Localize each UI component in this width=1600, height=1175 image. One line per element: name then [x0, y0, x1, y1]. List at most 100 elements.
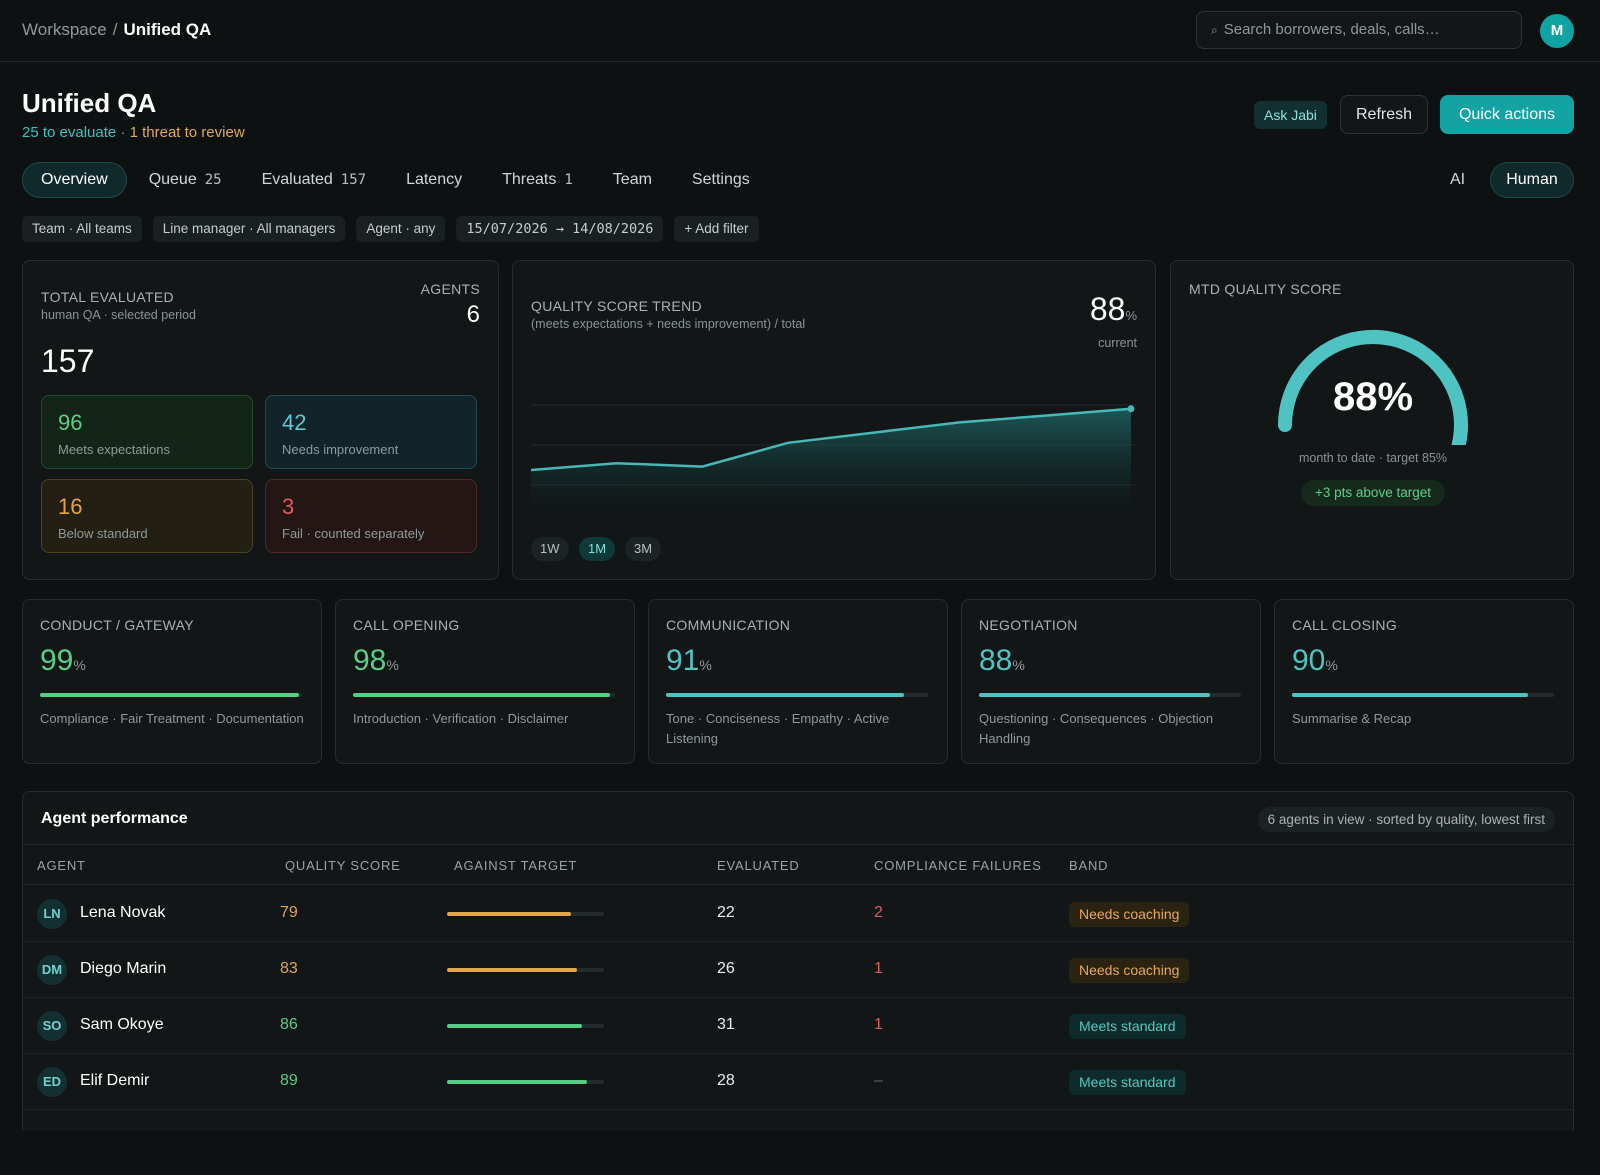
stat-needs-improvement[interactable]: 42 Needs improvement — [265, 395, 477, 469]
quality-score: 79 — [280, 904, 298, 921]
category-score: 98% — [353, 644, 399, 678]
band-badge: Needs coaching — [1069, 958, 1190, 983]
category-score-value: 88 — [979, 644, 1013, 677]
add-filter-button[interactable]: + Add filter — [674, 216, 759, 242]
table-row[interactable]: SO Sam Okoye 86 31 1 Meets standard — [23, 998, 1573, 1054]
trend-area — [531, 408, 1131, 521]
tab-count: 157 — [340, 172, 367, 188]
category-card-call-closing[interactable]: CALL CLOSING 90% Summarise & Recap — [1274, 599, 1574, 764]
category-label: COMMUNICATION — [666, 617, 791, 633]
mode-ai-toggle[interactable]: AI — [1438, 162, 1477, 198]
category-score-value: 99 — [40, 644, 74, 677]
mtd-quality-panel: MTD QUALITY SCORE 88% month to date · ta… — [1170, 260, 1574, 580]
tab-label: Team — [612, 171, 652, 188]
band-badge: Meets standard — [1069, 1014, 1186, 1039]
tab-queue[interactable]: Queue 25 — [131, 162, 240, 198]
stat-meets-expectations[interactable]: 96 Meets expectations — [41, 395, 253, 469]
filter-team[interactable]: Team · All teams — [22, 216, 142, 242]
filter-date-range[interactable]: 15/07/2026 → 14/08/2026 — [456, 216, 664, 242]
column-evaluated[interactable]: EVALUATED — [717, 858, 800, 873]
category-progress-fill — [1292, 693, 1528, 697]
column-quality-score[interactable]: QUALITY SCORE — [285, 858, 401, 873]
to-evaluate-count[interactable]: 25 to evaluate — [22, 124, 116, 141]
trend-unit: % — [1125, 308, 1137, 323]
refresh-button[interactable]: Refresh — [1340, 95, 1428, 134]
table-header: AGENT QUALITY SCORE AGAINST TARGET EVALU… — [23, 844, 1573, 885]
quality-trend-chart — [531, 404, 1137, 521]
category-card-conduct[interactable]: CONDUCT / GATEWAY 99% Compliance · Fair … — [22, 599, 322, 764]
table-row[interactable]: LN Lena Novak 79 22 2 Needs coaching — [23, 886, 1573, 942]
table-row[interactable]: DM Diego Marin 83 26 1 Needs coaching — [23, 942, 1573, 998]
agent-avatar: DM — [37, 955, 67, 985]
range-1w[interactable]: 1W — [531, 537, 569, 561]
category-score-unit: % — [699, 657, 712, 673]
tab-overview[interactable]: Overview — [22, 162, 127, 198]
breadcrumb-current: Unified QA — [123, 20, 212, 39]
tab-evaluated[interactable]: Evaluated 157 — [244, 162, 384, 198]
quality-score: 86 — [280, 1016, 298, 1033]
trend-point-current[interactable] — [1127, 405, 1135, 413]
threat-count[interactable]: 1 threat to review — [130, 124, 245, 141]
column-compliance-failures[interactable]: COMPLIANCE FAILURES — [874, 858, 1042, 873]
search-icon: ⌕ — [1211, 23, 1218, 37]
tab-settings[interactable]: Settings — [674, 162, 768, 198]
agent-avatar: SO — [37, 1011, 67, 1041]
agent-name[interactable]: Diego Marin — [80, 960, 166, 978]
stat-below-standard[interactable]: 16 Below standard — [41, 479, 253, 553]
stat-fail[interactable]: 3 Fail · counted separately — [265, 479, 477, 553]
category-card-communication[interactable]: COMMUNICATION 91% Tone · Conciseness · E… — [648, 599, 948, 764]
filter-agent[interactable]: Agent · any — [356, 216, 446, 242]
category-description: Compliance · Fair Treatment · Documentat… — [40, 711, 304, 726]
agent-performance-table: Agent performance 6 agents in view · sor… — [22, 791, 1574, 1131]
tab-label: Overview — [41, 171, 108, 188]
category-label: NEGOTIATION — [979, 617, 1078, 633]
agent-name[interactable]: Lena Novak — [80, 904, 165, 922]
tab-label: Queue — [148, 171, 197, 188]
stat-label: Below standard — [58, 526, 148, 541]
breadcrumb-separator: / — [112, 20, 118, 39]
agent-name[interactable]: Elif Demir — [80, 1072, 149, 1090]
category-label: CALL CLOSING — [1292, 617, 1398, 633]
search-input[interactable]: ⌕ Search borrowers, deals, calls… — [1196, 11, 1522, 49]
range-1m[interactable]: 1M — [579, 537, 616, 561]
tab-team[interactable]: Team — [595, 162, 670, 198]
band-badge: Needs coaching — [1069, 902, 1190, 927]
tab-label: Latency — [406, 171, 463, 188]
tab-threats[interactable]: Threats 1 — [484, 162, 591, 198]
column-against-target[interactable]: AGAINST TARGET — [454, 858, 577, 873]
category-description: Tone · Conciseness · Empathy · Active Li… — [666, 711, 890, 746]
category-progress — [666, 693, 928, 697]
category-score-value: 98 — [353, 644, 387, 677]
column-agent[interactable]: AGENT — [37, 858, 86, 873]
target-bar — [447, 912, 604, 916]
category-card-negotiation[interactable]: NEGOTIATION 88% Questioning · Consequenc… — [961, 599, 1261, 764]
agent-name[interactable]: Sam Okoye — [80, 1016, 164, 1034]
table-row[interactable]: ED Elif Demir 89 28 – Meets standard — [23, 1054, 1573, 1110]
band-badge: Meets standard — [1069, 1070, 1186, 1095]
ask-jabi-button[interactable]: Ask Jabi — [1254, 101, 1327, 129]
trend-current-value: 88 — [1089, 291, 1126, 327]
stat-value: 3 — [282, 494, 295, 519]
target-bar-fill — [447, 1080, 587, 1084]
filter-line-manager[interactable]: Line manager · All managers — [152, 216, 346, 242]
category-progress — [979, 693, 1241, 697]
target-bar — [447, 968, 604, 972]
breadcrumb-root[interactable]: Workspace — [22, 20, 107, 39]
total-label: TOTAL EVALUATED — [41, 289, 174, 305]
mode-human-toggle[interactable]: Human — [1490, 162, 1574, 198]
search-placeholder: Search borrowers, deals, calls… — [1223, 21, 1440, 38]
category-description: Introduction · Verification · Disclaimer — [353, 711, 569, 726]
user-avatar[interactable]: M — [1540, 14, 1574, 48]
tab-latency[interactable]: Latency — [388, 162, 480, 198]
range-3m[interactable]: 3M — [625, 537, 662, 561]
target-bar — [447, 1080, 604, 1084]
table-meta-badge: 6 agents in view · sorted by quality, lo… — [1257, 807, 1555, 832]
category-label: CALL OPENING — [353, 617, 460, 633]
category-description: Summarise & Recap — [1292, 711, 1412, 726]
quick-actions-button[interactable]: Quick actions — [1440, 95, 1574, 134]
tab-bar: Overview Queue 25 Evaluated 157 Latency Th… — [22, 162, 772, 198]
column-band[interactable]: BAND — [1069, 858, 1108, 873]
total-value: 157 — [41, 343, 95, 379]
category-card-call-opening[interactable]: CALL OPENING 98% Introduction · Verifica… — [335, 599, 635, 764]
agents-label: AGENTS — [420, 281, 480, 297]
